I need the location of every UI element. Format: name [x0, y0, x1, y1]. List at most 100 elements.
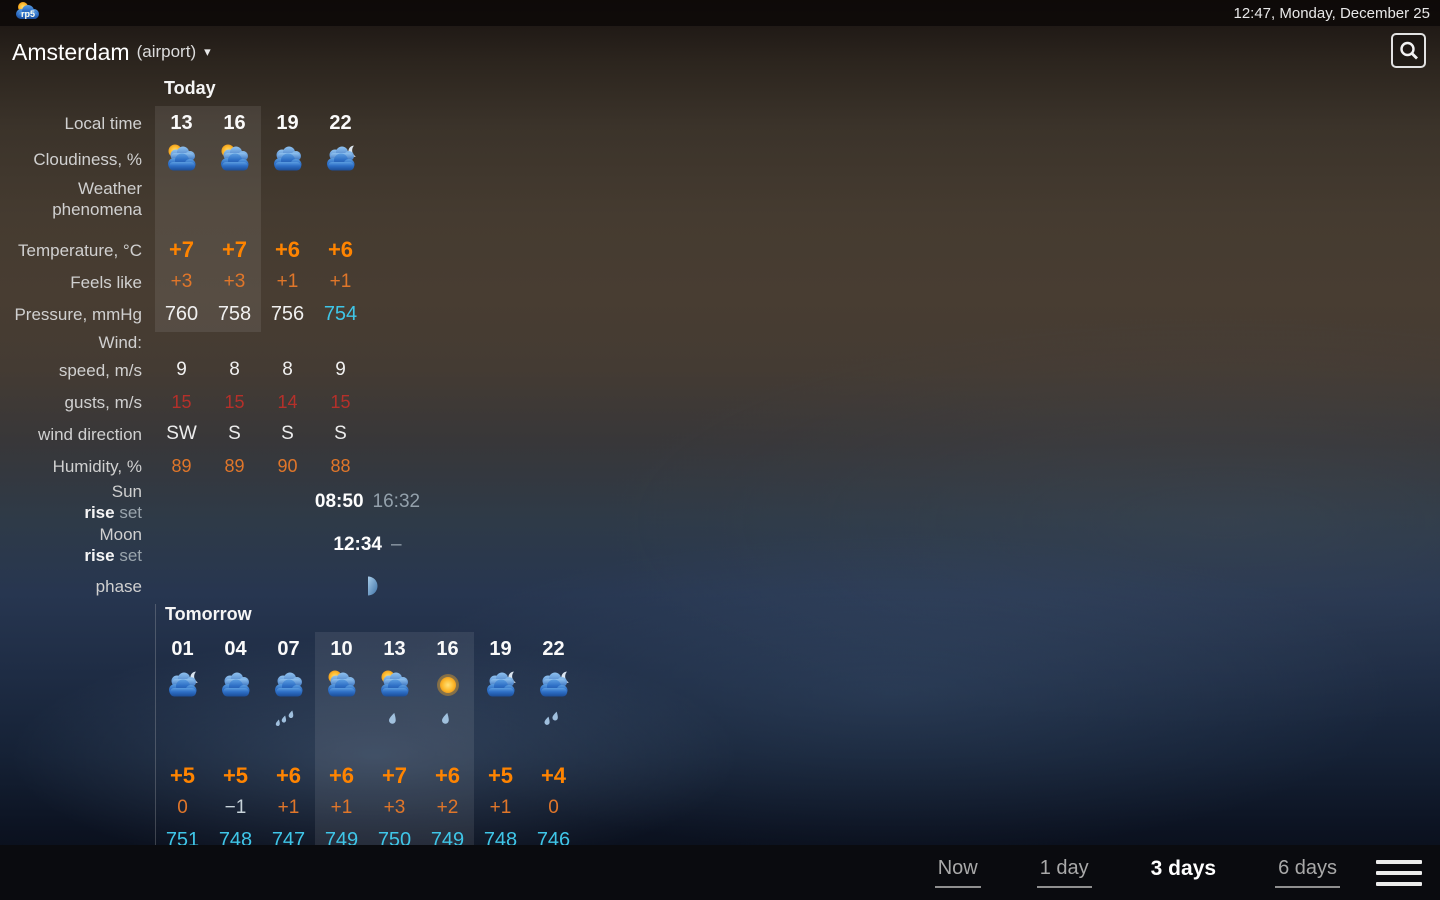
feels-like-value: +3 — [208, 266, 261, 298]
temperature-value: +7 — [208, 234, 261, 266]
temperature-value: +6 — [261, 234, 314, 266]
weather-icon-cloud — [209, 666, 262, 704]
wind-speed-value: 9 — [314, 354, 367, 386]
local-time-value: 13 — [155, 106, 208, 140]
weather-icon-nightcloud — [474, 666, 527, 704]
day-header: Today — [155, 78, 580, 106]
feels-like-value: +1 — [261, 266, 314, 298]
feels-like-value: +1 — [262, 792, 315, 824]
feels-like-value: +3 — [368, 792, 421, 824]
astro-block: 08:5016:32 12:34– — [155, 482, 580, 604]
label-weather-phenomena: Weatherphenomena — [0, 178, 155, 234]
label-cloudiness: Cloudiness, % — [0, 140, 155, 178]
weather-icon-suncloud — [368, 666, 421, 704]
local-time-value: 19 — [474, 632, 527, 666]
label-wind-speed: speed, m/s — [0, 354, 155, 386]
wind-direction-value: SW — [155, 418, 208, 450]
feels-like-value: +2 — [421, 792, 474, 824]
temperature-value: +4 — [527, 760, 580, 792]
nav-tab-now[interactable]: Now — [935, 857, 981, 888]
bottom-nav-bar: Now 1 day 3 days 6 days — [0, 845, 1440, 900]
local-time-value: 04 — [209, 632, 262, 666]
nav-tab-6-days[interactable]: 6 days — [1275, 857, 1340, 888]
label-feels-like: Feels like — [0, 266, 155, 298]
wind-row-spacer — [155, 330, 208, 354]
humidity-value: 90 — [261, 450, 314, 482]
chevron-down-icon[interactable]: ▾ — [204, 44, 211, 60]
temperature-value: +7 — [368, 760, 421, 792]
forecast-column[interactable]: 13 +7 +3 760 9 15 SW 89 — [155, 106, 208, 482]
temperature-value: +6 — [315, 760, 368, 792]
wind-speed-value: 9 — [155, 354, 208, 386]
phenomena-cell — [208, 178, 261, 234]
feels-like-value: −1 — [209, 792, 262, 824]
location-title[interactable]: Amsterdam — [12, 39, 130, 66]
temperature-value: +6 — [421, 760, 474, 792]
weather-icon-sun — [421, 666, 474, 704]
pressure-value: 756 — [261, 298, 314, 330]
label-moon-rise-set: Moonrise set — [0, 522, 155, 568]
day-header: Tomorrow — [156, 604, 580, 632]
location-subtitle[interactable]: (airport) — [137, 42, 197, 62]
day-groups: Today 13 +7 +3 760 9 15 SW 89 16 +7 +3 7… — [155, 78, 580, 900]
phenomena-cell — [368, 704, 421, 760]
hamburger-menu-icon[interactable] — [1376, 856, 1422, 890]
label-wind: Wind: — [0, 330, 155, 354]
title-bar: Amsterdam (airport) ▾ — [0, 26, 1440, 78]
weather-icon-suncloud — [315, 666, 368, 704]
temperature-value: +7 — [155, 234, 208, 266]
phenomena-cell — [527, 704, 580, 760]
forecast-column[interactable]: 22 +6 +1 754 9 15 S 88 — [314, 106, 367, 482]
weather-icon-nightcloud — [527, 666, 580, 704]
label-local-time: Local time — [0, 106, 155, 140]
phenomena-cell — [314, 178, 367, 234]
local-time-value: 13 — [368, 632, 421, 666]
label-moon-phase: phase — [0, 568, 155, 604]
phenomena-cell — [155, 178, 208, 234]
weather-icon-nightcloud — [156, 666, 209, 704]
feels-like-value: +1 — [315, 792, 368, 824]
nav-tab-1-day[interactable]: 1 day — [1037, 857, 1092, 888]
local-time-value: 01 — [156, 632, 209, 666]
feels-like-value: +3 — [155, 266, 208, 298]
temperature-value: +5 — [474, 760, 527, 792]
local-time-value: 10 — [315, 632, 368, 666]
status-bar: rp5 12:47, Monday, December 25 — [0, 0, 1440, 26]
weather-icon-cloud — [262, 666, 315, 704]
forecast-column[interactable]: 16 +7 +3 758 8 15 S 89 — [208, 106, 261, 482]
day-group-today: Today 13 +7 +3 760 9 15 SW 89 16 +7 +3 7… — [155, 78, 580, 604]
sunrise-time: 08:50 — [315, 491, 364, 513]
wind-row-spacer — [314, 330, 367, 354]
local-time-value: 22 — [527, 632, 580, 666]
wind-row-spacer — [261, 330, 314, 354]
pressure-value: 754 — [314, 298, 367, 330]
phenomena-cell — [262, 704, 315, 760]
forecast-table: Local time Cloudiness, % Weatherphenomen… — [0, 78, 1440, 900]
phenomena-cell — [261, 178, 314, 234]
label-pressure: Pressure, mmHg — [0, 298, 155, 330]
feels-like-value: 0 — [156, 792, 209, 824]
feels-like-value: 0 — [527, 792, 580, 824]
logo-text: rp5 — [21, 9, 35, 19]
wind-direction-value: S — [261, 418, 314, 450]
label-wind-direction: wind direction — [0, 418, 155, 450]
nav-tab-3-days[interactable]: 3 days — [1148, 857, 1219, 889]
local-time-value: 22 — [314, 106, 367, 140]
phenomena-cell — [156, 704, 209, 760]
search-button[interactable] — [1391, 33, 1426, 68]
moon-phase-icon — [155, 568, 580, 604]
phenomena-cell — [421, 704, 474, 760]
label-sun-rise-set: Sunrise set — [0, 482, 155, 522]
local-time-value: 07 — [262, 632, 315, 666]
forecast-column[interactable]: 19 +6 +1 756 8 14 S 90 — [261, 106, 314, 482]
phenomena-cell — [315, 704, 368, 760]
phenomena-cell — [474, 704, 527, 760]
wind-speed-value: 8 — [261, 354, 314, 386]
wind-gusts-value: 15 — [314, 386, 367, 418]
temperature-value: +6 — [314, 234, 367, 266]
humidity-value: 88 — [314, 450, 367, 482]
range-tabs: Now 1 day 3 days 6 days — [879, 857, 1340, 889]
wind-row-spacer — [208, 330, 261, 354]
humidity-value: 89 — [208, 450, 261, 482]
wind-direction-value: S — [208, 418, 261, 450]
